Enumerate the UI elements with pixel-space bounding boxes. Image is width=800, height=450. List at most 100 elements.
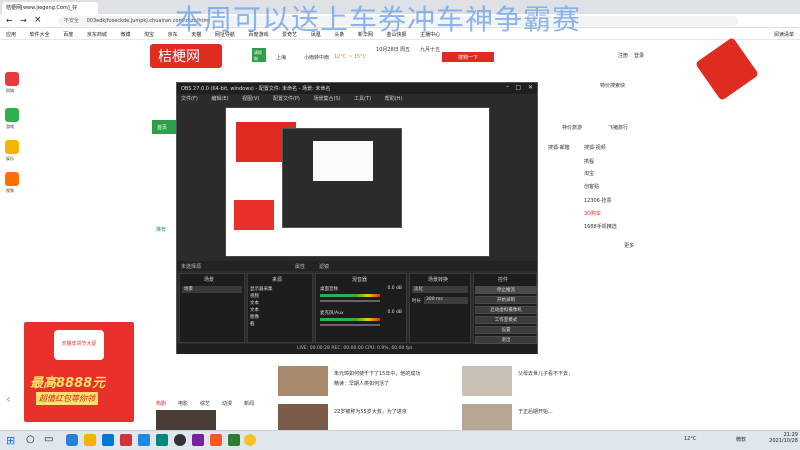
news-thumbnail[interactable] bbox=[278, 404, 328, 430]
bottom-tab[interactable]: 综艺 bbox=[200, 400, 210, 407]
menu-view[interactable]: 视图(V) bbox=[242, 96, 259, 102]
headline[interactable]: 朱元璋如何使千下了15年中，他的成功 bbox=[334, 370, 420, 377]
properties-button[interactable]: 属性 bbox=[295, 263, 305, 270]
bottom-tab[interactable]: 热剧 bbox=[156, 400, 166, 407]
bottom-tab[interactable]: 动漫 bbox=[222, 400, 232, 407]
studio-mode-button[interactable]: 工作室模式 bbox=[475, 316, 537, 324]
obs-preview-canvas[interactable] bbox=[225, 107, 490, 257]
login-link[interactable]: 登录 bbox=[634, 52, 644, 59]
city-icon[interactable] bbox=[5, 72, 19, 86]
bookmark-item[interactable]: 微博 bbox=[120, 31, 130, 38]
video-thumbnail[interactable] bbox=[156, 410, 216, 430]
volume-slider[interactable] bbox=[320, 300, 380, 302]
headline[interactable]: 精读：早期人类如何活了 bbox=[334, 380, 389, 387]
store-icon[interactable] bbox=[102, 434, 114, 446]
headline[interactable]: 22岁被称为55岁大叔，为了进京 bbox=[334, 408, 407, 415]
duration-input[interactable]: 300 ms bbox=[424, 297, 468, 304]
register-link[interactable]: 注册 bbox=[618, 52, 628, 59]
bookmark-item[interactable]: 淘宝 bbox=[144, 31, 154, 38]
filters-button[interactable]: 滤镜 bbox=[319, 263, 329, 270]
bookmark-item[interactable]: 应用 bbox=[6, 31, 16, 38]
nav-fliggy[interactable]: 飞猪旅行 bbox=[608, 124, 628, 131]
weather-tag[interactable]: 请搜狗 bbox=[252, 48, 266, 62]
nav-home[interactable]: 首页 bbox=[152, 120, 176, 134]
menu-profile[interactable]: 配置文件(P) bbox=[273, 96, 300, 102]
close-icon[interactable]: ✕ bbox=[528, 84, 533, 91]
app-icon[interactable] bbox=[192, 434, 204, 446]
menu-edit[interactable]: 编辑(E) bbox=[211, 96, 228, 102]
controls-dock[interactable]: 控件 停止推流 开始录制 启动虚拟摄像机 工作室模式 设置 退出 bbox=[473, 273, 537, 344]
stop-streaming-button[interactable]: 停止推流 bbox=[475, 286, 537, 294]
nav-special-travel[interactable]: 特价旅游 bbox=[562, 124, 582, 131]
menu-tools[interactable]: 工具(T) bbox=[354, 96, 371, 102]
news-thumbnail[interactable] bbox=[462, 366, 512, 396]
windows-start-icon[interactable]: ⊞ bbox=[6, 434, 15, 447]
entertainment-icon[interactable] bbox=[5, 140, 19, 154]
game-icon[interactable] bbox=[5, 108, 19, 122]
headline[interactable]: 父母去世儿子看不下去， bbox=[518, 370, 573, 377]
news-thumbnail[interactable] bbox=[462, 404, 512, 430]
reading-list[interactable]: 阅读清单 bbox=[774, 31, 794, 38]
edge-icon[interactable] bbox=[66, 434, 78, 446]
search-icon[interactable]: ○ bbox=[26, 434, 35, 445]
search-button[interactable]: 搜狗一下 bbox=[442, 52, 494, 62]
sources-dock[interactable]: 来源 显示器采集 视频 文本 文本 图像 截 bbox=[247, 273, 313, 343]
headline[interactable]: 于正后期开始... bbox=[518, 408, 553, 415]
obs-window[interactable]: OBS 27.0.0 (64-bit, windows) - 配置文件: 未命名… bbox=[176, 82, 538, 354]
site-logo[interactable]: 桔梗网 bbox=[150, 44, 222, 68]
app-icon[interactable] bbox=[120, 434, 132, 446]
right-list-item[interactable]: 淘宝 bbox=[584, 170, 594, 177]
forward-icon[interactable]: → bbox=[20, 16, 27, 25]
app-icon[interactable] bbox=[210, 434, 222, 446]
menu-help[interactable]: 帮助(H) bbox=[385, 96, 403, 102]
bookmark-item[interactable]: 软件大全 bbox=[30, 31, 50, 38]
right-list-item[interactable]: 创客贴 bbox=[584, 183, 599, 190]
weather-widget[interactable]: 12°C bbox=[684, 436, 696, 442]
app-icon[interactable] bbox=[138, 434, 150, 446]
file-explorer-icon[interactable] bbox=[84, 434, 96, 446]
chrome-icon[interactable] bbox=[244, 434, 256, 446]
browser-tab[interactable]: 桔梗网[www.jiegeng.Com]_好 bbox=[2, 2, 98, 14]
promo-ad[interactable]: 天猫年货节大促 最高8888元 超值红包等你领 bbox=[24, 322, 134, 422]
right-list-item[interactable]: 12306·抢票 bbox=[584, 197, 612, 204]
volume-slider[interactable] bbox=[320, 324, 380, 326]
menu-file[interactable]: 文件(F) bbox=[181, 96, 198, 102]
source-item[interactable]: 视频 bbox=[250, 293, 273, 300]
prev-arrow-icon[interactable]: ‹ bbox=[6, 392, 11, 406]
bookmark-item[interactable]: 京东商城 bbox=[87, 31, 107, 38]
special-search-link[interactable]: 特价搜索快 bbox=[600, 82, 625, 89]
news-thumbnail[interactable] bbox=[278, 366, 328, 396]
source-item[interactable]: 截 bbox=[250, 321, 273, 328]
maximize-icon[interactable]: □ bbox=[515, 84, 521, 91]
task-view-icon[interactable]: ▭ bbox=[44, 434, 53, 445]
app-icon[interactable] bbox=[228, 434, 240, 446]
bottom-tab[interactable]: 新闻 bbox=[244, 400, 254, 407]
exit-button[interactable]: 退出 bbox=[475, 336, 537, 344]
source-item[interactable]: 显示器采集 bbox=[250, 286, 273, 293]
close-loading-icon[interactable]: × bbox=[34, 15, 42, 25]
corner-promo[interactable] bbox=[694, 36, 760, 102]
app-icon[interactable] bbox=[156, 434, 168, 446]
source-item[interactable]: 图像 bbox=[250, 314, 273, 321]
right-list-item[interactable]: 3D购车 bbox=[584, 210, 601, 217]
more-link[interactable]: 更多 bbox=[624, 242, 634, 249]
right-list-item[interactable]: 1688手机精选 bbox=[584, 223, 617, 230]
transitions-dock[interactable]: 场景转换 淡化 时长 300 ms bbox=[409, 273, 471, 343]
back-icon[interactable]: ← bbox=[6, 16, 13, 25]
transition-select[interactable]: 淡化 bbox=[412, 286, 468, 293]
right-list-item[interactable]: 携程 bbox=[584, 158, 594, 165]
system-clock[interactable]: 21:29 2021/10/28 bbox=[758, 432, 798, 448]
settings-button[interactable]: 设置 bbox=[475, 326, 537, 334]
right-list-item[interactable]: 搜狐·邮箱 bbox=[548, 144, 570, 151]
menu-scene-collection[interactable]: 场景集合(S) bbox=[313, 96, 340, 102]
start-virtual-camera-button[interactable]: 启动虚拟摄像机 bbox=[475, 306, 537, 314]
ime-indicator[interactable]: 微软 bbox=[736, 436, 746, 443]
city[interactable]: 上海 bbox=[276, 54, 286, 61]
source-item[interactable]: 文本 bbox=[250, 300, 273, 307]
right-list-item[interactable]: 搜狐·视频 bbox=[584, 144, 606, 151]
bookmark-item[interactable]: 百度 bbox=[63, 31, 73, 38]
scenes-dock[interactable]: 场景 场景 bbox=[179, 273, 245, 343]
start-recording-button[interactable]: 开始录制 bbox=[475, 296, 537, 304]
source-item[interactable]: 文本 bbox=[250, 307, 273, 314]
bottom-tab[interactable]: 电影 bbox=[178, 400, 188, 407]
